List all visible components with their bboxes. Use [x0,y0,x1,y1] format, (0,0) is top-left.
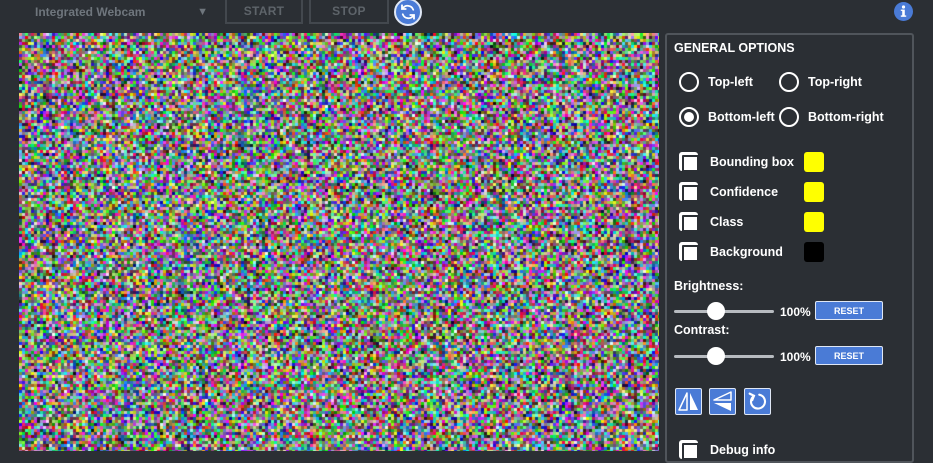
checkbox-square [679,152,699,172]
rotate-icon [748,392,766,410]
video-feed [19,33,659,451]
general-options-panel: GENERAL OPTIONS Top-left Top-right Botto… [665,33,914,463]
refresh-icon [401,4,415,20]
checkbox-square [679,440,699,460]
slider-thumb[interactable] [707,347,725,365]
flip-horizontal-icon [678,392,698,411]
background-color-swatch[interactable] [804,242,824,262]
brightness-label: Brightness: [674,279,744,293]
flip-horizontal-button[interactable] [675,388,702,415]
contrast-slider[interactable] [674,346,774,366]
position-radio-top-left[interactable]: Top-left [679,72,753,92]
radio-circle [779,72,799,92]
flip-vertical-icon [713,391,732,411]
radio-label: Top-right [808,75,862,89]
info-button[interactable] [894,2,913,21]
flip-vertical-button[interactable] [709,388,736,415]
toolbar: Integrated Webcam ▼ START STOP [0,0,933,26]
radio-circle-selected [679,107,699,127]
contrast-value: 100% [780,350,811,364]
checkbox-background[interactable]: Background [679,242,783,262]
panel-title: GENERAL OPTIONS [674,41,795,55]
radio-label: Bottom-right [808,110,884,124]
camera-select-value: Integrated Webcam [35,5,146,19]
chevron-down-icon: ▼ [197,6,208,18]
checkbox-label: Confidence [710,184,779,199]
position-radio-top-right[interactable]: Top-right [779,72,862,92]
checkbox-square [679,212,699,232]
checkbox-square [679,242,699,262]
contrast-reset-button[interactable]: RESET [815,346,883,365]
checkbox-confidence[interactable]: Confidence [679,182,779,202]
checkbox-class[interactable]: Class [679,212,744,232]
checkbox-label: Background [710,244,783,259]
brightness-value: 100% [780,305,811,319]
position-radio-bottom-right[interactable]: Bottom-right [779,107,884,127]
rotate-button[interactable] [744,388,771,415]
confidence-color-swatch[interactable] [804,182,824,202]
start-button[interactable]: START [225,0,303,24]
position-radio-bottom-left[interactable]: Bottom-left [679,107,775,127]
radio-label: Bottom-left [708,110,775,124]
contrast-label: Contrast: [674,323,730,337]
checkbox-debug-info[interactable]: Debug info [679,440,776,460]
stop-button[interactable]: STOP [309,0,389,24]
refresh-button[interactable] [394,0,422,26]
checkbox-label: Debug info [710,442,776,457]
checkbox-square [679,182,699,202]
checkbox-bounding-box[interactable]: Bounding box [679,152,795,172]
brightness-slider[interactable] [674,301,774,321]
radio-label: Top-left [708,75,753,89]
brightness-reset-button[interactable]: RESET [815,301,883,320]
radio-circle [779,107,799,127]
info-icon [900,5,907,17]
class-color-swatch[interactable] [804,212,824,232]
checkbox-label: Bounding box [710,154,795,169]
checkbox-label: Class [710,214,744,229]
camera-select[interactable]: Integrated Webcam ▼ [20,0,218,24]
bounding-box-color-swatch[interactable] [804,152,824,172]
radio-circle [679,72,699,92]
slider-thumb[interactable] [707,302,725,320]
